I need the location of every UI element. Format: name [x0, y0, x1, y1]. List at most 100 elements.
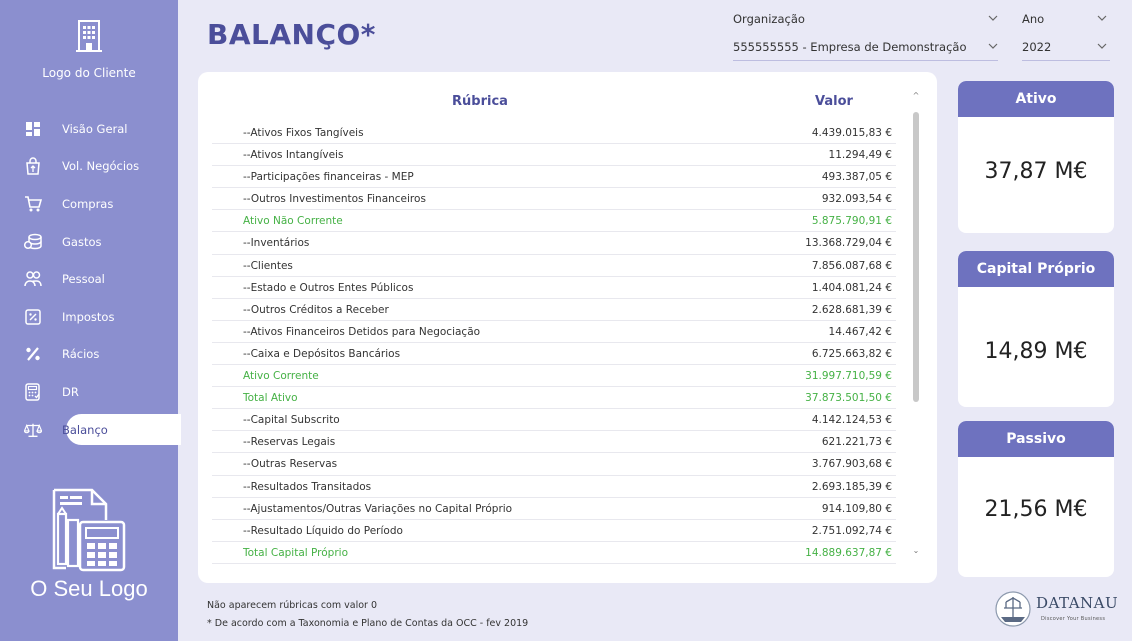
row-label: --Outros Créditos a Receber [243, 303, 389, 316]
table-scrollbar[interactable]: ^ ⌄ [912, 92, 920, 578]
row-value: 14.467,42 € [828, 325, 892, 338]
table-row[interactable]: --Ativos Fixos Tangíveis 4.439.015,83 € [212, 122, 896, 145]
sidebar-item-balanco[interactable]: Balanço [0, 411, 181, 449]
table-row[interactable]: --Resultados Transitados 2.693.185,39 € [212, 476, 896, 498]
row-label: Ativo Não Corrente [243, 215, 343, 228]
balance-table: Rúbrica Valor --Ativos Fixos Tangíveis 4.… [198, 72, 937, 583]
row-label: --Ativos Financeiros Detidos para Negoci… [243, 325, 481, 338]
table-row[interactable]: --Participações financeiras - MEP 493.387… [212, 166, 896, 189]
chevron-down-icon[interactable] [1097, 41, 1107, 51]
sidebar-item-label: Compras [62, 196, 114, 211]
building-icon [76, 20, 102, 52]
table-row[interactable]: Ativo Corrente 31.997.710,59 € [212, 365, 896, 388]
table-row[interactable]: --Caixa e Depósitos Bancários 6.725.663,8… [212, 343, 896, 366]
sidebar-item-label: Visão Geral [62, 121, 128, 136]
column-header-valor[interactable]: Valor [815, 94, 853, 109]
org-select[interactable]: 555555555 - Empresa de Demonstração [733, 40, 967, 54]
table-row[interactable]: --Ajustamentos/Outras Variações no Capit… [212, 498, 896, 520]
year-select[interactable]: 2022 [1022, 40, 1051, 54]
table-row[interactable]: --Capital Subscrito 4.142.124,53 € [212, 409, 896, 432]
table-row[interactable]: --Outros Créditos a Receber 2.628.681,39 … [212, 299, 896, 321]
org-select-underline [733, 60, 998, 61]
sidebar-item-label: Gastos [62, 234, 102, 249]
row-value: 4.439.015,83 € [811, 127, 892, 139]
table-row[interactable]: --Estado e Outros Entes Públicos 1.404.08… [212, 277, 896, 299]
chevron-down-icon[interactable] [988, 13, 998, 23]
people-icon [24, 270, 42, 288]
row-value: 4.142.124,53 € [811, 414, 892, 427]
datanau-logo: DATANAU Discover Your Business [994, 588, 1119, 630]
table-row[interactable]: --Resultado Líquido do Período 2.751.092,… [212, 520, 896, 542]
sidebar-item-label: Vol. Negócios [62, 159, 140, 174]
row-value: 2.693.185,39 € [811, 480, 892, 493]
sidebar-item-label: DR [62, 384, 79, 399]
datanau-name: DATANAU [1036, 594, 1119, 612]
brand-logo: O Seu Logo [0, 486, 178, 602]
table-row[interactable]: --Outros Investimentos Financeiros 932.09… [212, 188, 896, 211]
scroll-down-icon[interactable]: ⌄ [912, 547, 920, 555]
table-row[interactable]: Total Ativo 37.873.501,50 € [212, 387, 896, 410]
row-label: --Resultados Transitados [243, 480, 372, 493]
row-value: 3.767.903,68 € [811, 458, 892, 471]
row-value: 7.856.087,68 € [811, 259, 892, 272]
kpi-value: 14,89 M€ [984, 339, 1088, 364]
sidebar-item-label: Balanço [62, 422, 108, 437]
row-value: 621.221,73 € [821, 436, 892, 449]
column-header-rubrica[interactable]: Rúbrica [452, 94, 508, 109]
sidebar-item-visao-geral[interactable]: Visão Geral [0, 110, 178, 148]
datanau-tagline: Discover Your Business [1041, 616, 1106, 622]
cart-icon [24, 195, 42, 213]
row-value: 14.889.637,87 € [805, 546, 892, 559]
sidebar-item-impostos[interactable]: Impostos [0, 298, 178, 336]
page-title: BALANÇO* [207, 18, 376, 51]
table-row[interactable]: --Clientes 7.856.087,68 € [212, 255, 896, 277]
org-filter-label: Organização [733, 12, 805, 26]
row-value: 932.093,54 € [821, 193, 892, 206]
table-row[interactable]: Ativo Não Corrente 5.875.790,91 € [212, 210, 896, 233]
row-value: 6.725.663,82 € [811, 347, 892, 360]
chevron-down-icon[interactable] [988, 41, 998, 51]
table-row[interactable]: --Inventários 13.368.729,04 € [212, 232, 896, 255]
kpi-title: Capital Próprio [958, 251, 1114, 287]
scroll-thumb[interactable] [913, 112, 919, 402]
sidebar-item-label: Impostos [62, 309, 115, 324]
sidebar-item-vol-negocios[interactable]: Vol. Negócios [0, 148, 178, 186]
table-row[interactable]: --Ativos Financeiros Detidos para Negoci… [212, 321, 896, 343]
sidebar-item-gastos[interactable]: Gastos [0, 223, 178, 261]
table-row[interactable]: --Reservas Legais 621.221,73 € [212, 431, 896, 454]
tax-receipt-icon [24, 308, 42, 326]
kpi-title: Ativo [958, 81, 1114, 117]
sidebar-item-dr[interactable]: DR [0, 373, 178, 411]
row-label: --Capital Subscrito [243, 414, 340, 427]
sidebar-nav: Visão Geral Vol. Negócios Compras Gastos… [0, 110, 181, 449]
table-row[interactable]: --Outras Reservas 3.767.903,68 € [212, 453, 896, 476]
coins-icon [24, 233, 42, 251]
sidebar-item-racios[interactable]: Rácios [0, 336, 178, 374]
row-label: Ativo Corrente [243, 370, 319, 383]
scroll-up-icon[interactable]: ^ [912, 92, 920, 100]
sidebar-item-pessoal[interactable]: Pessoal [0, 260, 178, 298]
scale-icon [24, 421, 42, 439]
dashboard-icon [24, 120, 42, 138]
row-label: --Caixa e Depósitos Bancários [243, 347, 401, 360]
year-select-underline [1022, 60, 1110, 61]
row-value: 13.368.729,04 € [805, 237, 892, 250]
sidebar-item-compras[interactable]: Compras [0, 185, 178, 223]
row-label: Total Capital Próprio [243, 546, 348, 559]
table-row[interactable]: Total Capital Próprio 14.889.637,87 € [212, 542, 896, 564]
sidebar-item-label: Rácios [62, 347, 100, 362]
ship-icon [995, 591, 1031, 627]
row-value: 11.294,49 € [828, 149, 892, 162]
row-label: --Reservas Legais [243, 436, 336, 449]
sidebar: Logo do Cliente Visão Geral Vol. Negócio… [0, 0, 181, 641]
row-label: --Clientes [243, 259, 293, 272]
kpi-card-passivo: Passivo 21,56 M€ [958, 421, 1114, 577]
row-label: --Ativos Intangíveis [243, 149, 344, 162]
table-row[interactable]: --Ativos Intangíveis 11.294,49 € [212, 144, 896, 167]
row-label: Total Ativo [243, 392, 298, 405]
sidebar-item-label: Pessoal [62, 272, 105, 287]
chevron-down-icon[interactable] [1097, 13, 1107, 23]
row-label: --Ativos Fixos Tangíveis [243, 127, 364, 139]
row-label: --Estado e Outros Entes Públicos [243, 281, 414, 294]
row-value: 914.109,80 € [821, 502, 892, 515]
